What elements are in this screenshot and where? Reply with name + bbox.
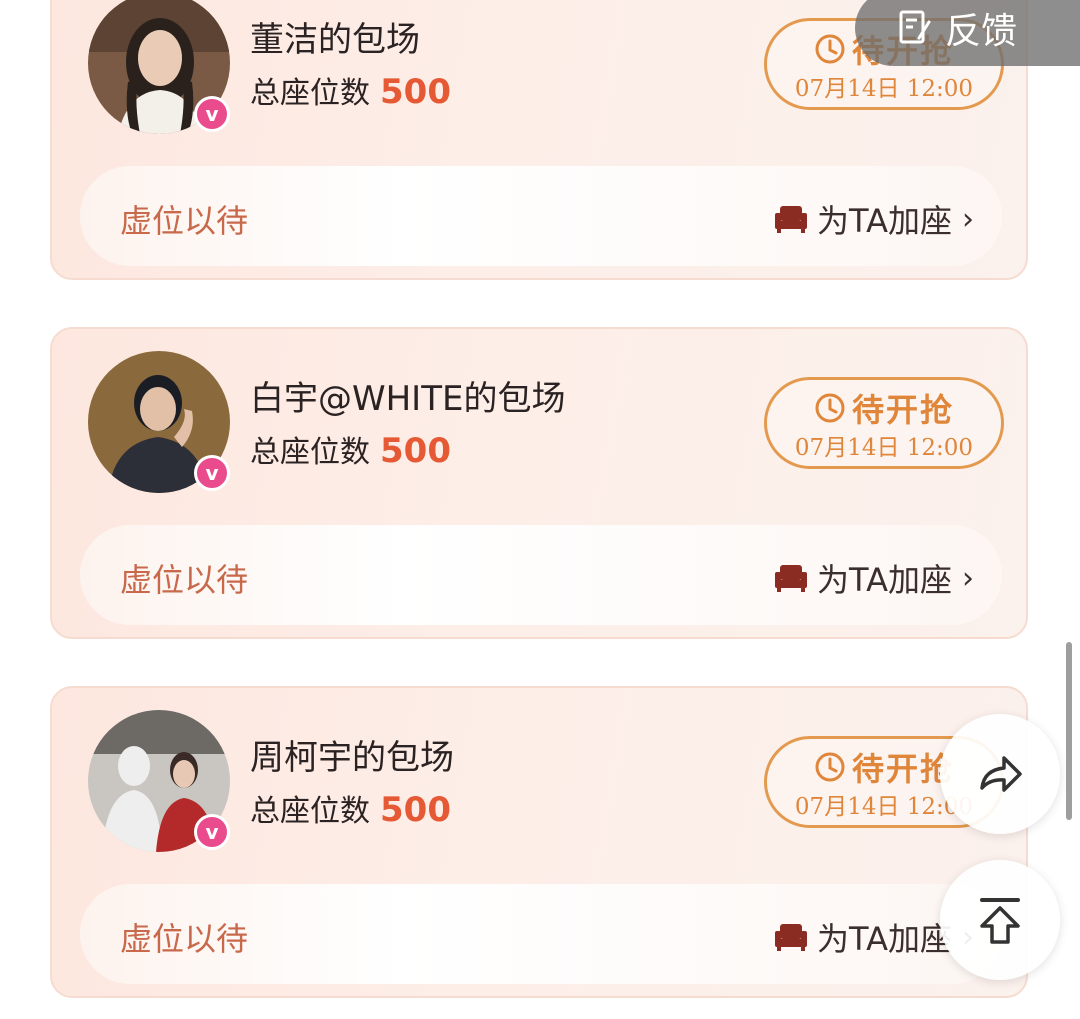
clock-icon (815, 393, 845, 423)
share-icon (980, 756, 1022, 792)
seat-count: 总座位数 500 (250, 68, 451, 112)
seat-count-value: 500 (380, 72, 451, 112)
feedback-icon (899, 10, 931, 44)
venue-title: 董洁的包场 (250, 20, 420, 60)
chevron-right-icon: › (962, 201, 974, 237)
seat-count-label: 总座位数 (250, 794, 370, 829)
add-seat-label: 为TA加座 (817, 202, 952, 240)
seat-count-label: 总座位数 (250, 76, 370, 111)
seat-count-value: 500 (380, 431, 451, 471)
seat-bar: 虚位以待 为TA加座 › (80, 525, 1002, 625)
seat-count-label: 总座位数 (250, 435, 370, 470)
add-seat-label: 为TA加座 (817, 561, 952, 599)
empty-seat-text: 虚位以待 (120, 561, 249, 599)
seat-count-value: 500 (380, 790, 451, 830)
seat-bar: 虚位以待 为TA加座 › (80, 884, 1002, 984)
empty-seat-text: 虚位以待 (120, 202, 249, 240)
grab-status-button[interactable]: 待开抢 07月14日 12:00 (764, 377, 1004, 469)
verified-badge-icon: v (194, 814, 230, 850)
back-to-top-icon (980, 898, 1020, 944)
verified-badge-icon: v (194, 96, 230, 132)
back-to-top-button[interactable] (940, 860, 1060, 980)
add-seat-label: 为TA加座 (817, 920, 952, 958)
grab-status-label: 待开抢 (851, 391, 954, 429)
venue-card[interactable]: v 白宇@WHITE的包场 总座位数 500 待开抢 07月14日 12:00 虚… (50, 327, 1028, 639)
seat-bar: 虚位以待 为TA加座 › (80, 166, 1002, 266)
seat-count: 总座位数 500 (250, 427, 451, 471)
venue-title: 周柯宇的包场 (250, 738, 454, 778)
grab-start-time: 07月14日 12:00 (794, 435, 974, 461)
feedback-label: 反馈 (945, 11, 1018, 52)
grab-status-label: 待开抢 (851, 750, 954, 788)
feedback-button[interactable]: 反馈 (855, 0, 1080, 66)
empty-seat-text: 虚位以待 (120, 920, 249, 958)
venue-title: 白宇@WHITE的包场 (250, 379, 566, 419)
add-seat-link[interactable]: 为TA加座 › (773, 196, 974, 242)
verified-badge-icon: v (194, 455, 230, 491)
sofa-icon (775, 565, 808, 592)
seat-count: 总座位数 500 (250, 786, 451, 830)
grab-start-time: 07月14日 12:00 (794, 76, 974, 102)
scrollbar[interactable] (1066, 642, 1072, 820)
clock-icon (815, 752, 845, 782)
venue-card[interactable]: v 周柯宇的包场 总座位数 500 待开抢 07月14日 12:00 虚位以待 为… (50, 686, 1028, 998)
add-seat-link[interactable]: 为TA加座 › (773, 555, 974, 601)
clock-icon (815, 34, 845, 64)
sofa-icon (775, 206, 808, 233)
chevron-right-icon: › (962, 560, 974, 596)
share-button[interactable] (940, 714, 1060, 834)
sofa-icon (775, 924, 808, 951)
